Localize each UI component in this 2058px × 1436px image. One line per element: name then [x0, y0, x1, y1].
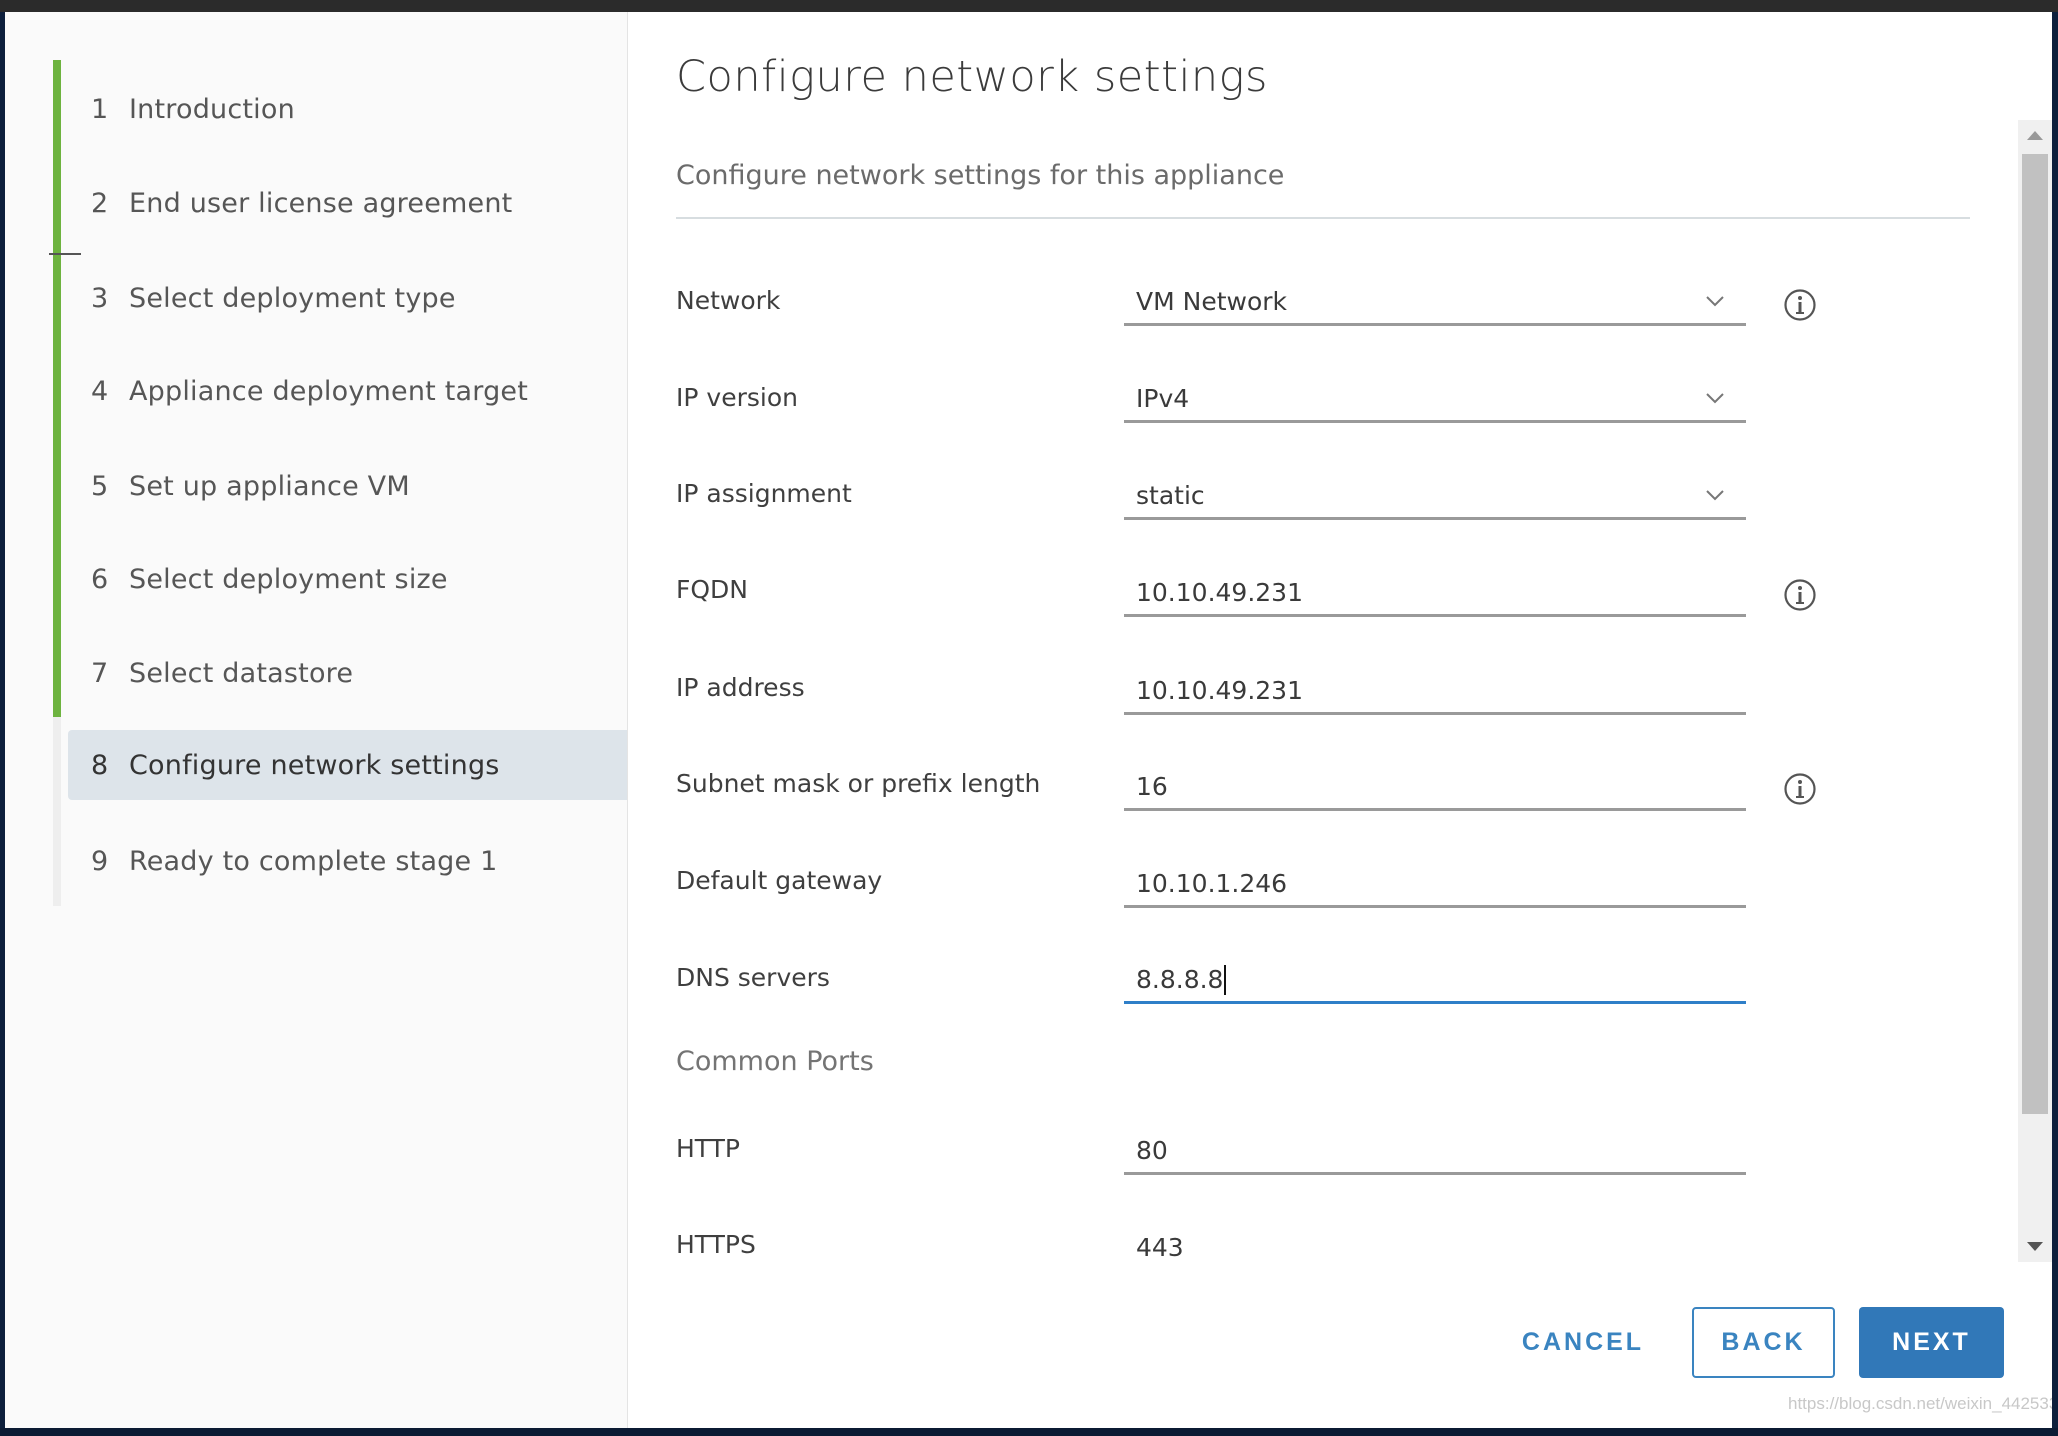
- step-label: Introduction: [129, 93, 295, 125]
- ip-version-label: IP version: [676, 383, 798, 412]
- ip-address-label: IP address: [676, 673, 805, 702]
- fqdn-input[interactable]: 10.10.49.231: [1124, 571, 1746, 617]
- gateway-input[interactable]: 10.10.1.246: [1124, 862, 1746, 908]
- sidebar-step-deployment-target[interactable]: 4 Appliance deployment target: [68, 356, 627, 426]
- sidebar-step-datastore[interactable]: 7 Select datastore: [68, 638, 627, 708]
- step-label: Set up appliance VM: [129, 470, 410, 502]
- ip-assignment-label: IP assignment: [676, 479, 852, 508]
- fqdn-value: 10.10.49.231: [1136, 578, 1303, 607]
- http-label: HTTP: [676, 1134, 740, 1163]
- dns-input[interactable]: 8.8.8.8: [1124, 958, 1746, 1004]
- ip-assignment-value: static: [1136, 481, 1205, 510]
- network-select[interactable]: VM Network: [1124, 280, 1746, 326]
- scrollbar-thumb[interactable]: [2022, 154, 2048, 1114]
- sidebar-step-introduction[interactable]: 1 Introduction: [68, 74, 627, 144]
- progress-tick: [49, 253, 81, 255]
- step-number: 4: [91, 375, 109, 407]
- dns-value: 8.8.8.8: [1136, 965, 1224, 994]
- step-label: Select deployment type: [129, 282, 456, 314]
- progress-fill: [53, 60, 61, 717]
- step-label: Ready to complete stage 1: [129, 845, 498, 877]
- info-icon[interactable]: [1783, 288, 1817, 322]
- subnet-input[interactable]: 16: [1124, 765, 1746, 811]
- sidebar-step-deployment-size[interactable]: 6 Select deployment size: [68, 544, 627, 614]
- scroll-down-arrow-icon[interactable]: [2018, 1232, 2052, 1262]
- dns-label: DNS servers: [676, 963, 830, 992]
- info-icon[interactable]: [1783, 772, 1817, 806]
- step-number: 1: [91, 93, 109, 125]
- network-value: VM Network: [1136, 287, 1288, 316]
- step-label: Select datastore: [129, 657, 354, 689]
- vertical-scrollbar[interactable]: [2018, 120, 2052, 1262]
- common-ports-heading: Common Ports: [676, 1046, 874, 1077]
- fqdn-label: FQDN: [676, 575, 749, 604]
- info-icon[interactable]: [1783, 578, 1817, 612]
- scroll-up-arrow-icon[interactable]: [2018, 120, 2052, 150]
- text-cursor: [1224, 964, 1227, 995]
- step-number: 8: [91, 749, 109, 781]
- sidebar-step-deployment-type[interactable]: 3 Select deployment type: [68, 263, 627, 333]
- ip-assignment-select[interactable]: static: [1124, 474, 1746, 520]
- gateway-label: Default gateway: [676, 866, 883, 895]
- ip-version-value: IPv4: [1136, 384, 1190, 413]
- step-number: 6: [91, 563, 109, 595]
- subnet-label: Subnet mask or prefix length: [676, 769, 1041, 798]
- watermark: https://blog.csdn.net/weixin_44253378: [1788, 1394, 2052, 1413]
- sidebar-step-ready-to-complete[interactable]: 9 Ready to complete stage 1: [68, 826, 627, 896]
- ip-version-select[interactable]: IPv4: [1124, 377, 1746, 423]
- next-button[interactable]: NEXT: [1859, 1307, 2004, 1378]
- page-title: Configure network settings: [676, 52, 1268, 102]
- https-label: HTTPS: [676, 1230, 756, 1259]
- ip-address-value: 10.10.49.231: [1136, 676, 1303, 705]
- https-port-value: 443: [1136, 1232, 1184, 1262]
- step-label: End user license agreement: [129, 187, 513, 219]
- https-port-input[interactable]: 443: [1124, 1224, 1746, 1270]
- http-port-input[interactable]: 80: [1124, 1129, 1746, 1175]
- window-top-bar: [0, 0, 2058, 12]
- gateway-value: 10.10.1.246: [1136, 869, 1288, 898]
- sidebar-step-setup-vm[interactable]: 5 Set up appliance VM: [68, 451, 627, 521]
- cancel-button[interactable]: CANCEL: [1512, 1307, 1654, 1378]
- step-label: Select deployment size: [129, 563, 448, 595]
- page-subtitle: Configure network settings for this appl…: [676, 160, 1285, 191]
- wizard-sidebar: 1 Introduction 2 End user license agreem…: [5, 12, 628, 1428]
- sidebar-step-eula[interactable]: 2 End user license agreement: [68, 168, 627, 238]
- chevron-down-icon: [1706, 490, 1724, 501]
- header-divider: [676, 217, 1970, 219]
- step-number: 5: [91, 470, 109, 502]
- installer-dialog: 1 Introduction 2 End user license agreem…: [5, 12, 2052, 1428]
- network-label: Network: [676, 286, 781, 315]
- sidebar-step-network-settings[interactable]: 8 Configure network settings: [68, 730, 627, 800]
- step-number: 3: [91, 282, 109, 314]
- chevron-down-icon: [1706, 296, 1724, 307]
- main-panel: Configure network settings Configure net…: [628, 12, 2052, 1428]
- step-number: 2: [91, 187, 109, 219]
- step-number: 7: [91, 657, 109, 689]
- subnet-value: 16: [1136, 772, 1168, 801]
- step-label: Configure network settings: [129, 749, 500, 781]
- chevron-down-icon: [1706, 393, 1724, 404]
- step-label: Appliance deployment target: [129, 375, 529, 407]
- step-number: 9: [91, 845, 109, 877]
- back-button[interactable]: BACK: [1692, 1307, 1835, 1378]
- ip-address-input[interactable]: 10.10.49.231: [1124, 669, 1746, 715]
- desktop-bottom-edge: [0, 1428, 2058, 1436]
- http-port-value: 80: [1136, 1136, 1168, 1165]
